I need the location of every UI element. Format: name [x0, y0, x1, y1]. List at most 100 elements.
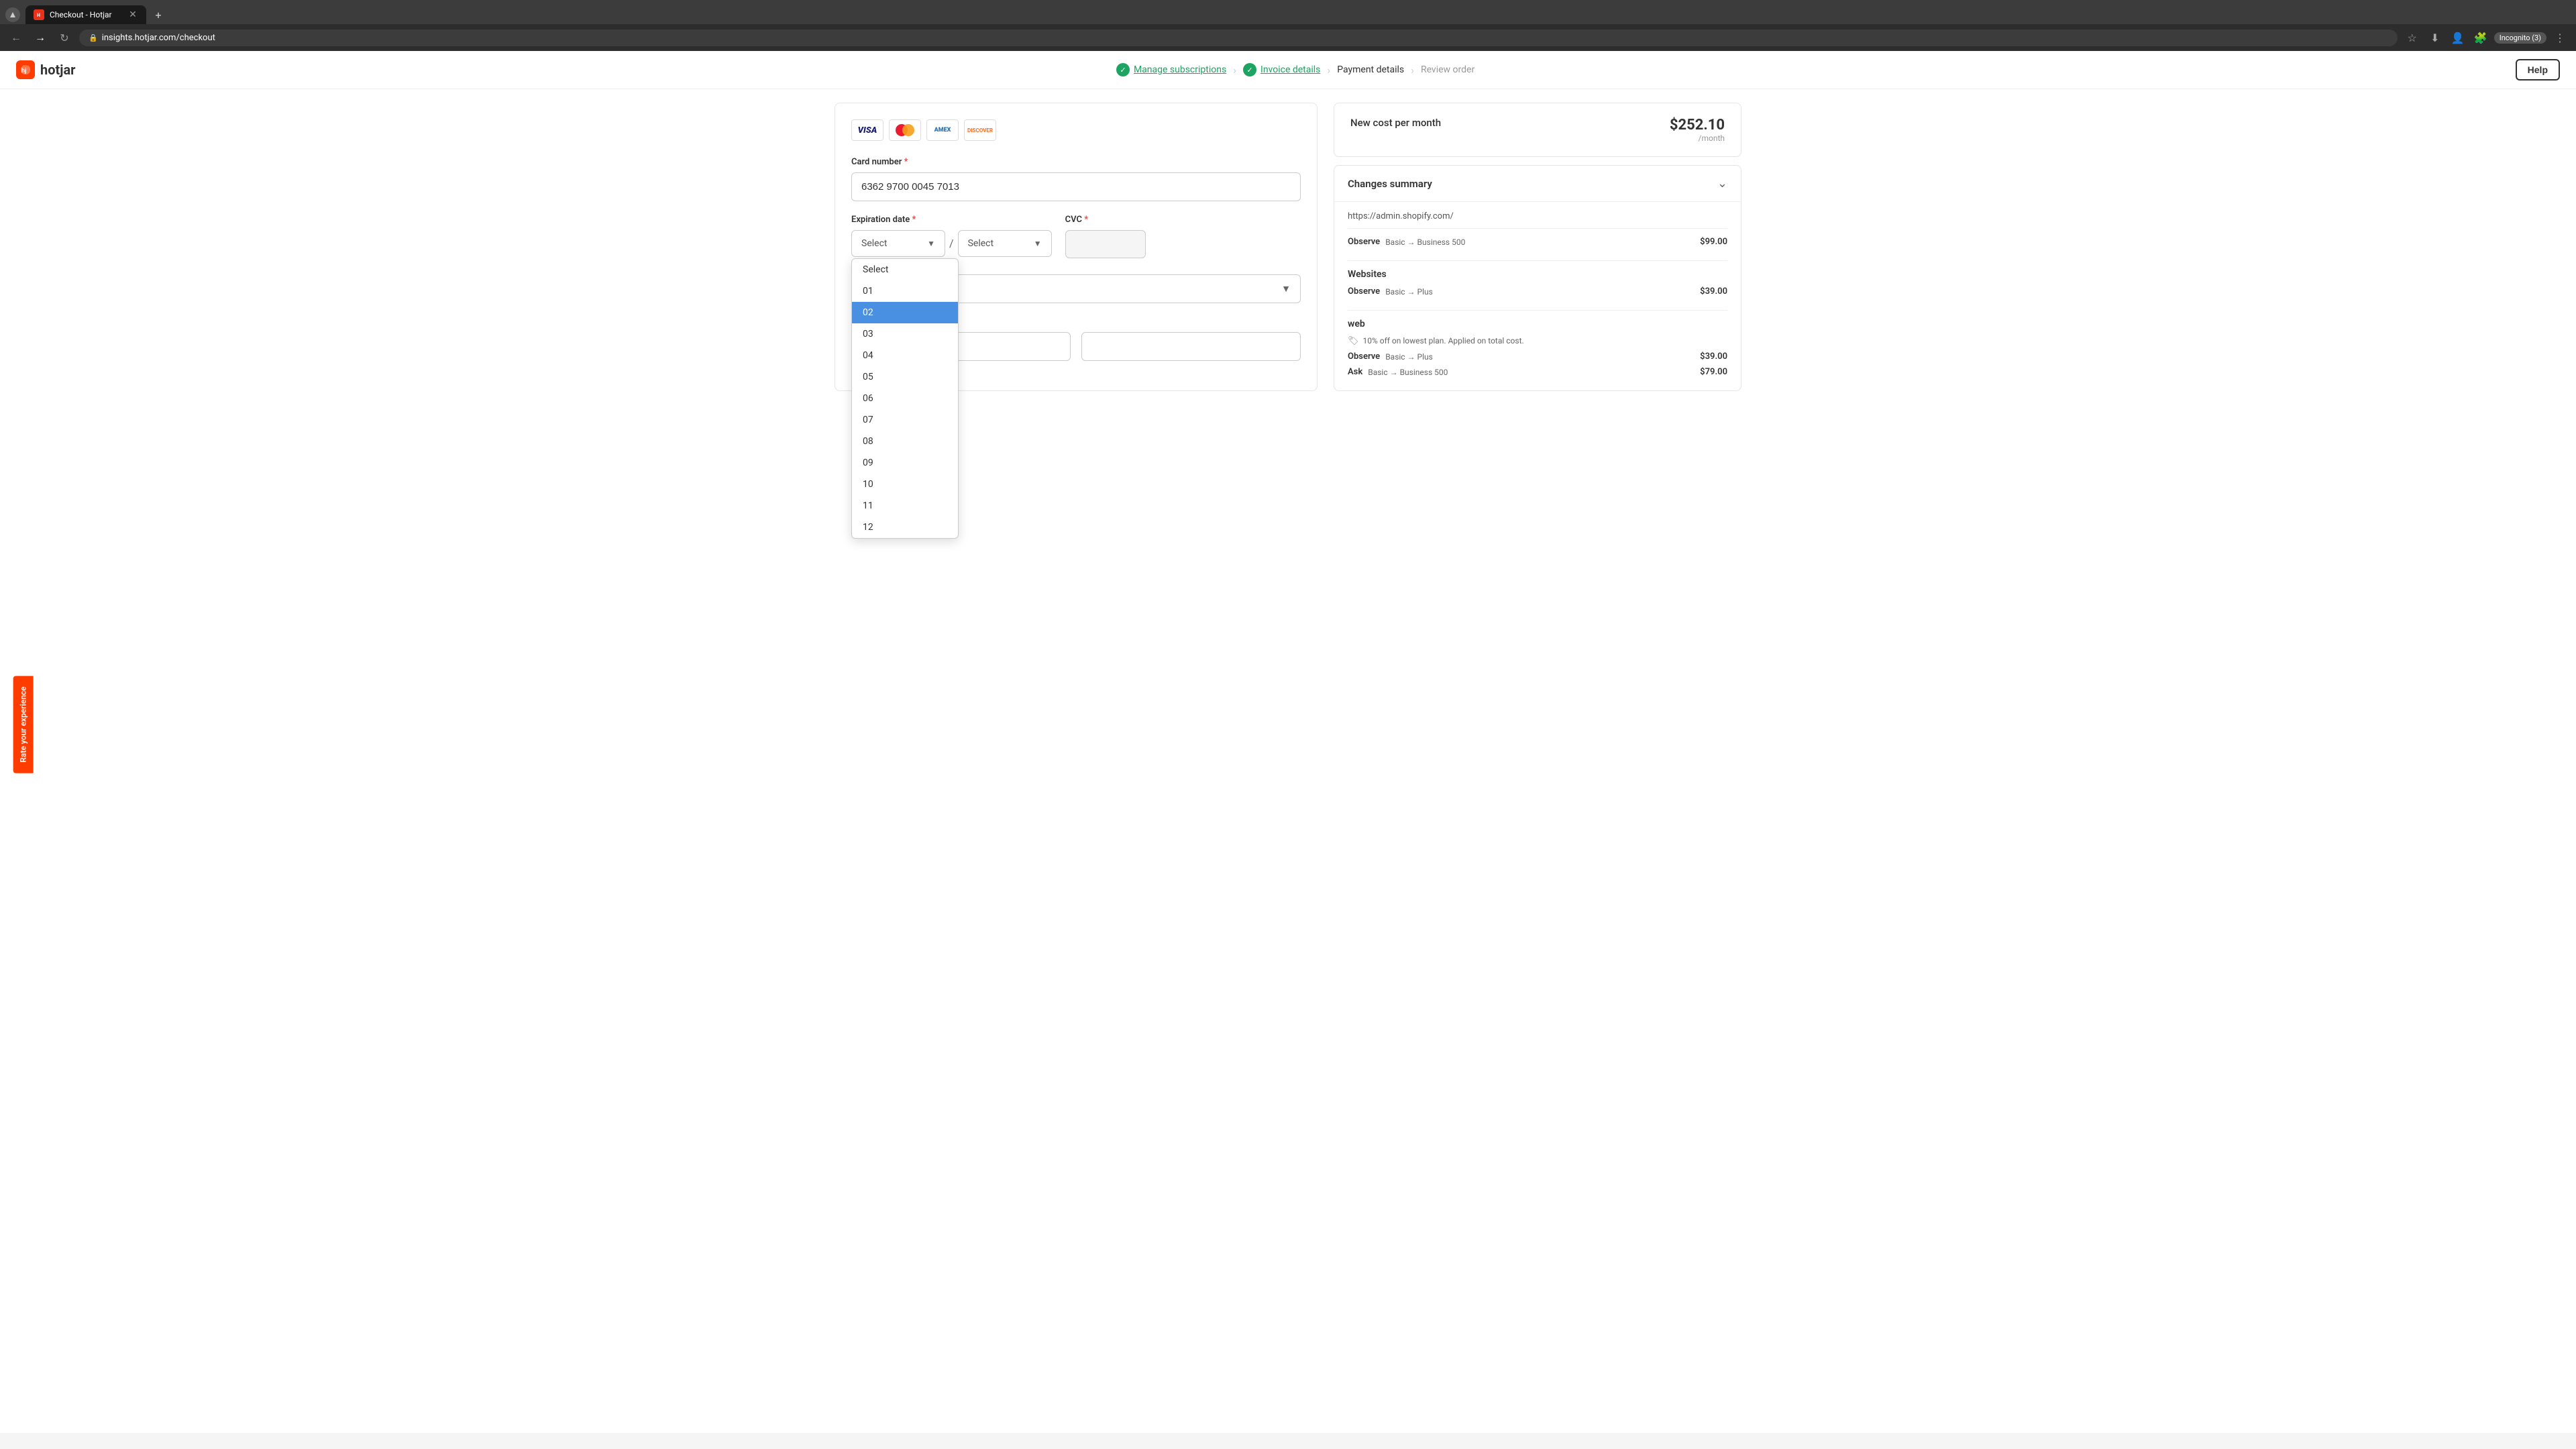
extensions-icon[interactable]: 🧩	[2471, 28, 2490, 47]
amex-icon: AMEX	[926, 119, 959, 141]
svg-text:hj: hj	[21, 68, 26, 74]
breadcrumb-arrow-2: ›	[1327, 64, 1330, 76]
incognito-badge[interactable]: Incognito (3)	[2494, 32, 2546, 44]
expiry-selects: Select ▼ Select 01 02 03 04 05	[851, 230, 1052, 257]
price-observe-websites: $39.00	[1700, 286, 1727, 297]
feedback-tab[interactable]: Rate your experience	[13, 676, 34, 773]
cvc-input[interactable]	[1065, 230, 1146, 258]
month-option-08[interactable]: 08	[852, 431, 958, 452]
year-select-button[interactable]: Select ▼	[958, 230, 1052, 257]
mc-circle-orange	[902, 124, 914, 136]
cost-card: New cost per month $252.10 /month	[1334, 103, 1741, 157]
changes-title: Changes summary	[1348, 178, 1432, 190]
active-tab[interactable]: H Checkout - Hotjar ✕	[25, 5, 146, 24]
changes-header[interactable]: Changes summary ⌄	[1334, 166, 1741, 202]
cvc-group: CVC *	[1065, 215, 1146, 258]
tab-title: Checkout - Hotjar	[50, 10, 122, 19]
discount-text: 10% off on lowest plan. Applied on total…	[1363, 336, 1524, 345]
cvc-label: CVC *	[1065, 215, 1146, 225]
breadcrumb-invoice[interactable]: ✓ Invoice details	[1243, 63, 1320, 76]
required-star-expiry: *	[912, 215, 916, 225]
logo-text: hotjar	[40, 62, 76, 78]
month-option-07[interactable]: 07	[852, 409, 958, 431]
manage-check-icon: ✓	[1116, 63, 1130, 76]
lock-icon: 🔒	[89, 34, 98, 42]
country-chevron-icon: ▼	[1281, 283, 1291, 294]
month-option-01[interactable]: 01	[852, 280, 958, 302]
month-chevron-icon: ▼	[927, 239, 935, 248]
cost-row: New cost per month $252.10 /month	[1350, 117, 1725, 143]
breadcrumb: ✓ Manage subscriptions › ✓ Invoice detai…	[76, 63, 2516, 76]
product-observe-web: Observe	[1348, 352, 1380, 362]
month-option-10[interactable]: 10	[852, 474, 958, 495]
forward-button[interactable]: →	[31, 28, 50, 47]
profile-icon[interactable]: 👤	[2449, 28, 2467, 47]
changes-chevron-icon: ⌄	[1717, 176, 1727, 191]
address-bar[interactable]: 🔒 insights.hotjar.com/checkout	[79, 30, 2398, 46]
breadcrumb-arrow-3: ›	[1411, 64, 1414, 76]
changes-line-web-2: Ask Basic → Business 500 $79.00	[1348, 367, 1727, 377]
month-option-select[interactable]: Select	[852, 259, 958, 280]
bookmark-icon[interactable]: ☆	[2403, 28, 2422, 47]
arrow-websites: Basic → Plus	[1385, 287, 1433, 297]
download-icon[interactable]: ⬇	[2426, 28, 2445, 47]
month-dropdown: Select 01 02 03 04 05 06 07 08 09 10	[851, 258, 959, 539]
month-option-03[interactable]: 03	[852, 323, 958, 345]
postal-group-2	[1081, 317, 1301, 361]
changes-card: Changes summary ⌄ https://admin.shopify.…	[1334, 165, 1741, 391]
web-title: web	[1348, 319, 1727, 329]
breadcrumb-review-label: Review order	[1421, 64, 1474, 75]
form-area: VISA AMEX DISCOVER Card numb	[835, 103, 1318, 391]
changes-line-websites-1: Observe Basic → Plus $39.00	[1348, 286, 1727, 297]
visa-label: VISA	[858, 125, 877, 136]
month-option-02[interactable]: 02	[852, 302, 958, 323]
changes-section-websites: Websites Observe Basic → Plus $39.00	[1348, 261, 1727, 311]
tab-group-button[interactable]	[5, 7, 20, 22]
amex-label: AMEX	[934, 127, 951, 133]
required-star-cvc: *	[1084, 215, 1088, 225]
year-select-wrapper: Select ▼	[958, 230, 1052, 257]
back-button[interactable]: ←	[7, 28, 25, 47]
browser-toolbar: ← → ↻ 🔒 insights.hotjar.com/checkout ☆ ⬇…	[0, 24, 2576, 51]
new-tab-button[interactable]: +	[149, 5, 168, 24]
mastercard-icon	[889, 119, 921, 141]
changes-section-web: web 🏷 10% off on lowest plan. Applied on…	[1348, 311, 1727, 390]
arrow-web-2: Basic → Business 500	[1368, 368, 1448, 377]
year-chevron-icon: ▼	[1034, 239, 1042, 248]
menu-icon[interactable]: ⋮	[2551, 28, 2569, 47]
postal-label-2	[1081, 317, 1301, 327]
product-observe-websites: Observe	[1348, 286, 1380, 297]
changes-body: https://admin.shopify.com/ Observe Basic…	[1334, 202, 1741, 390]
mc-circles	[896, 124, 914, 136]
month-option-06[interactable]: 06	[852, 388, 958, 409]
month-option-09[interactable]: 09	[852, 452, 958, 474]
month-option-11[interactable]: 11	[852, 495, 958, 517]
arrow-web-1: Basic → Plus	[1385, 352, 1433, 362]
breadcrumb-manage[interactable]: ✓ Manage subscriptions	[1116, 63, 1226, 76]
changes-line-left-1: Observe Basic → Business 500	[1348, 237, 1465, 247]
changes-line-web-left-2: Ask Basic → Business 500	[1348, 367, 1448, 377]
svg-text:H: H	[37, 13, 40, 18]
discount-icon: 🏷	[1348, 336, 1359, 346]
visa-card-icon: VISA	[851, 119, 883, 141]
browser-tabs: H Checkout - Hotjar ✕ +	[0, 0, 2576, 24]
arrow-right-1: Basic → Business 500	[1385, 237, 1465, 247]
browser-chrome: H Checkout - Hotjar ✕ + ← → ↻ 🔒 insights…	[0, 0, 2576, 51]
postal-input-2[interactable]	[1081, 332, 1301, 361]
month-option-04[interactable]: 04	[852, 345, 958, 366]
tab-close-button[interactable]: ✕	[127, 9, 138, 20]
changes-line-observe-1: Observe Basic → Business 500 $99.00	[1348, 237, 1727, 247]
cost-label: New cost per month	[1350, 117, 1441, 129]
card-number-input[interactable]	[851, 172, 1301, 201]
url-text: insights.hotjar.com/checkout	[102, 33, 215, 43]
logo-icon: hj	[16, 60, 35, 79]
month-option-05[interactable]: 05	[852, 366, 958, 388]
breadcrumb-review: Review order	[1421, 64, 1474, 75]
product-ask-web: Ask	[1348, 367, 1362, 377]
month-option-12[interactable]: 12	[852, 517, 958, 538]
reload-button[interactable]: ↻	[55, 28, 74, 47]
price-observe-web: $39.00	[1700, 352, 1727, 362]
month-select-button[interactable]: Select ▼	[851, 230, 945, 257]
help-button[interactable]: Help	[2516, 59, 2560, 80]
toolbar-actions: ☆ ⬇ 👤 🧩 Incognito (3) ⋮	[2403, 28, 2569, 47]
